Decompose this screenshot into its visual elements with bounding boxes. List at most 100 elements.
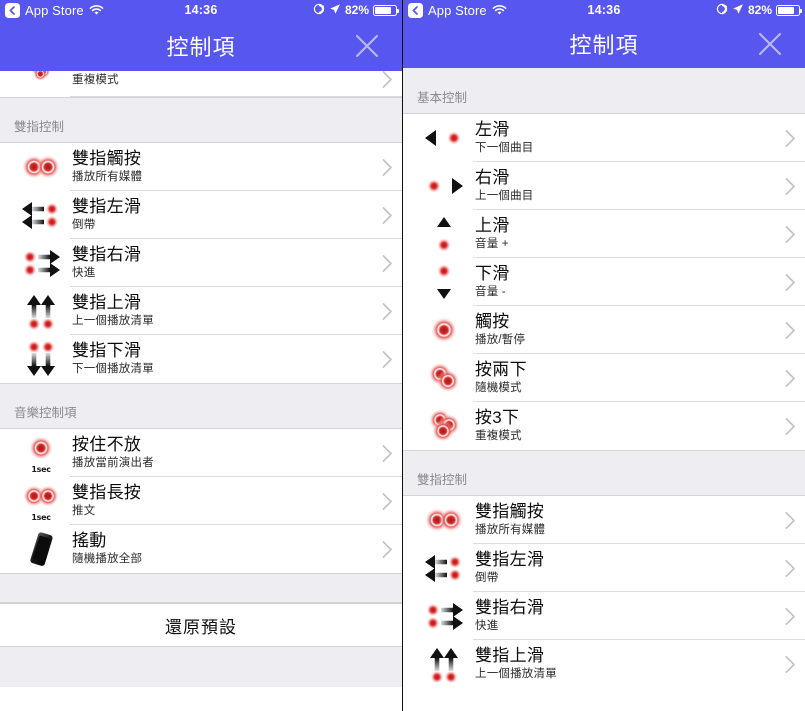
- list-item-text: 按3下 重複模式: [473, 408, 775, 444]
- swipe-down-icon: [415, 260, 473, 304]
- two-finger-swipe-right-icon: [415, 594, 473, 638]
- status-bar: App Store 14:36 82%: [403, 0, 805, 20]
- dual-screenshot-container: App Store 14:36 82% 控制項 重複模式 雙指控制 雙指觸按 播…: [0, 0, 805, 711]
- list-item-subtitle: 倒帶: [72, 219, 96, 232]
- hold-duration-label: 1sec: [31, 513, 51, 522]
- list-item-title: 雙指左滑: [475, 549, 545, 569]
- list-item-two-finger-tap[interactable]: 雙指觸按 播放所有媒體: [403, 496, 805, 544]
- close-icon[interactable]: [755, 29, 785, 59]
- list-item-subtitle: 下一個播放清單: [72, 363, 154, 376]
- battery-icon: [373, 4, 400, 16]
- page-title: 控制項: [166, 34, 236, 60]
- list-item-double-tap[interactable]: 按兩下 隨機模式: [403, 354, 805, 402]
- list-item-two-finger-swipe-right[interactable]: 雙指右滑 快進: [403, 592, 805, 640]
- list-item-title: 雙指上滑: [475, 645, 545, 665]
- list-item-single-tap[interactable]: 觸按 播放/暫停: [403, 306, 805, 354]
- list-item-text: 雙指觸按 播放所有媒體: [70, 149, 372, 185]
- list-item-text: 重複模式: [70, 71, 372, 88]
- swipe-up-icon: [415, 212, 473, 256]
- list-item-two-finger-long-press[interactable]: 1sec 雙指長按 推文: [0, 477, 402, 525]
- list-item-subtitle: 音量 +: [475, 238, 509, 251]
- list-item-triple-tap[interactable]: 按3下 重複模式: [403, 402, 805, 450]
- list-item-swipe-left[interactable]: 左滑 下一個曲目: [403, 114, 805, 162]
- location-arrow-icon: [732, 3, 744, 18]
- battery-icon: [776, 4, 803, 16]
- page-title: 控制項: [569, 33, 639, 58]
- two-finger-tap-icon: [12, 145, 70, 189]
- list-item-subtitle: 上一個播放清單: [475, 668, 557, 681]
- chevron-right-icon: [775, 655, 805, 673]
- chevron-right-icon: [775, 321, 805, 339]
- close-icon[interactable]: [352, 31, 382, 61]
- list-item-shake[interactable]: 搖動 隨機播放全部: [0, 525, 402, 573]
- chevron-right-icon: [372, 444, 402, 462]
- orientation-lock-icon: [313, 3, 325, 18]
- list-item-title: 上滑: [475, 215, 510, 235]
- chevron-right-icon: [372, 254, 402, 272]
- chevron-right-icon: [775, 225, 805, 243]
- restore-defaults-button[interactable]: 還原預設: [0, 603, 402, 647]
- list-item-subtitle: 上一個曲目: [475, 190, 534, 203]
- list-item-subtitle: 重複模式: [72, 74, 119, 86]
- list-item-two-finger-swipe-up[interactable]: 雙指上滑 上一個播放清單: [0, 287, 402, 335]
- chevron-right-icon: [775, 129, 805, 147]
- list-item-text: 雙指長按 推文: [70, 483, 372, 519]
- list-item-text: 雙指下滑 下一個播放清單: [70, 341, 372, 377]
- list-item-swipe-down[interactable]: 下滑 音量 -: [403, 258, 805, 306]
- list-item-partial[interactable]: 重複模式: [0, 71, 402, 97]
- shake-device-icon: [12, 527, 70, 571]
- list-item-text: 雙指右滑 快進: [473, 598, 775, 634]
- section-spacer: [0, 573, 402, 603]
- list-item-text: 雙指左滑 倒帶: [70, 197, 372, 233]
- two-finger-swipe-down-icon: [12, 337, 70, 381]
- list-item-title: 雙指上滑: [72, 292, 142, 312]
- chevron-right-icon: [372, 492, 402, 510]
- list-item-subtitle: 推文: [72, 505, 96, 518]
- list-item-title: 按住不放: [72, 434, 142, 454]
- chevron-right-icon: [775, 273, 805, 291]
- list-item-text: 按兩下 隨機模式: [473, 360, 775, 396]
- list-item-title: 雙指觸按: [475, 501, 545, 521]
- list-item-title: 雙指觸按: [72, 148, 142, 168]
- list-item-subtitle: 播放當前演出者: [72, 457, 154, 470]
- chevron-right-icon: [775, 417, 805, 435]
- chevron-right-icon: [372, 206, 402, 224]
- list-item-two-finger-swipe-right[interactable]: 雙指右滑 快進: [0, 239, 402, 287]
- left-settings-list: 重複模式 雙指控制 雙指觸按 播放所有媒體 雙指左滑 倒帶 雙指右滑 快進 雙指…: [0, 71, 402, 687]
- section-header-basic-controls: 基本控制: [403, 68, 805, 114]
- two-finger-swipe-left-icon: [415, 546, 473, 590]
- triple-tap-icon: [415, 404, 473, 448]
- list-item-swipe-up[interactable]: 上滑 音量 +: [403, 210, 805, 258]
- list-item-subtitle: 播放所有媒體: [475, 524, 546, 537]
- two-finger-swipe-right-icon: [12, 241, 70, 285]
- double-tap-icon: [415, 356, 473, 400]
- list-item-text: 觸按 播放/暫停: [473, 312, 775, 348]
- list-item-press-and-hold[interactable]: 1sec 按住不放 播放當前演出者: [0, 429, 402, 477]
- list-item-title: 按3下: [475, 407, 520, 427]
- chevron-right-icon: [775, 177, 805, 195]
- list-item-text: 下滑 音量 -: [473, 264, 775, 300]
- list-item-subtitle: 快進: [72, 267, 96, 280]
- list-item-text: 雙指上滑 上一個播放清單: [473, 646, 775, 682]
- status-bar-right: 82%: [716, 3, 803, 18]
- list-item-swipe-right[interactable]: 右滑 上一個曲目: [403, 162, 805, 210]
- list-item-text: 左滑 下一個曲目: [473, 120, 775, 156]
- list-item-two-finger-tap[interactable]: 雙指觸按 播放所有媒體: [0, 143, 402, 191]
- battery-percent-label: 82%: [344, 3, 369, 17]
- chevron-right-icon: [372, 158, 402, 176]
- list-item-title: 觸按: [475, 311, 510, 331]
- list-item-two-finger-swipe-up[interactable]: 雙指上滑 上一個播放清單: [403, 640, 805, 688]
- list-item-two-finger-swipe-left[interactable]: 雙指左滑 倒帶: [0, 191, 402, 239]
- list-item-subtitle: 快進: [475, 620, 499, 633]
- chevron-right-icon: [775, 559, 805, 577]
- list-item-two-finger-swipe-down[interactable]: 雙指下滑 下一個播放清單: [0, 335, 402, 383]
- list-item-two-finger-swipe-left[interactable]: 雙指左滑 倒帶: [403, 544, 805, 592]
- list-item-title: 雙指下滑: [72, 340, 142, 360]
- hold-duration-label: 1sec: [31, 465, 51, 474]
- list-item-text: 雙指上滑 上一個播放清單: [70, 293, 372, 329]
- left-screen: App Store 14:36 82% 控制項 重複模式 雙指控制 雙指觸按 播…: [0, 0, 402, 711]
- list-item-title: 按兩下: [475, 359, 527, 379]
- two-finger-swipe-up-icon: [12, 289, 70, 333]
- list-item-subtitle: 重複模式: [475, 430, 522, 443]
- section-header-two-finger: 雙指控制: [0, 97, 402, 143]
